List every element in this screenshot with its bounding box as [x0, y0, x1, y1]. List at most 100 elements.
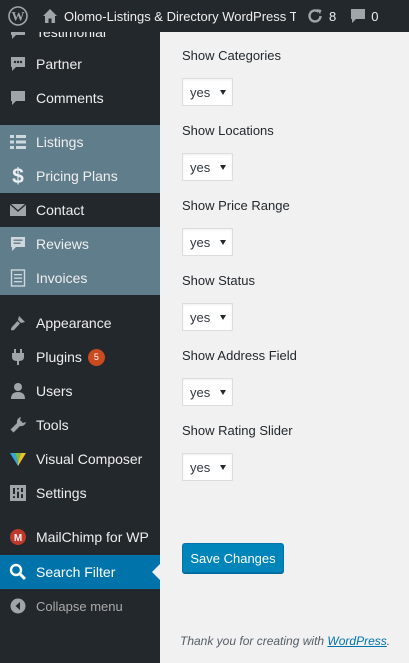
sidebar-item-invoices[interactable]: Invoices: [0, 261, 160, 295]
collapse-menu-label: Collapse menu: [36, 598, 123, 614]
svg-text:$: $: [12, 165, 24, 187]
current-menu-arrow: [152, 564, 160, 580]
sidebar-item-label: Contact: [36, 202, 85, 218]
save-changes-button[interactable]: Save Changes: [182, 543, 284, 573]
users-icon: [0, 374, 36, 408]
sidebar-item-listings[interactable]: Listings: [0, 125, 160, 159]
field-label: Show Locations: [182, 123, 274, 138]
svg-text:M: M: [14, 533, 22, 544]
sidebar-item-reviews[interactable]: Reviews: [0, 227, 160, 261]
sidebar-item-partner[interactable]: Partner: [0, 47, 160, 81]
chevron-down-icon: [220, 465, 226, 470]
field-label: Show Status: [182, 273, 255, 288]
sidebar-item-label: Partner: [36, 56, 82, 72]
field-show-rating-slider: Show Rating Slider yes: [182, 423, 293, 481]
paintbrush-icon: [0, 306, 36, 340]
chevron-down-icon: [220, 90, 226, 95]
site-name-label: Olomo-Listings & Directory WordPress The…: [64, 8, 296, 24]
chevron-down-icon: [220, 390, 226, 395]
sidebar-item-pricing-plans[interactable]: $ Pricing Plans: [0, 159, 160, 193]
admin-footer: Thank you for creating with WordPress.: [180, 634, 390, 648]
sidebar-item-appearance[interactable]: Appearance: [0, 306, 160, 340]
sidebar-item-comments[interactable]: Comments: [0, 81, 160, 115]
sidebar-item-label: MailChimp for WP: [36, 529, 149, 545]
sidebar-item-label: Search Filter: [36, 564, 116, 580]
field-show-price-range: Show Price Range yes: [182, 198, 290, 256]
sidebar-item-label: Invoices: [36, 270, 88, 286]
sidebar-item-visual-composer[interactable]: Visual Composer: [0, 442, 160, 476]
show-price-range-select[interactable]: yes: [182, 228, 233, 256]
field-label: Show Categories: [182, 48, 281, 63]
field-label: Show Rating Slider: [182, 423, 293, 438]
sidebar-item-label: Comments: [36, 90, 104, 106]
comments-link[interactable]: 0: [350, 0, 378, 32]
sidebar-item-users[interactable]: Users: [0, 374, 160, 408]
refresh-icon: [306, 7, 324, 25]
select-value: yes: [190, 84, 211, 100]
sidebar-item-label: Reviews: [36, 236, 89, 252]
show-rating-slider-select[interactable]: yes: [182, 453, 233, 481]
home-icon: [42, 8, 58, 24]
wordpress-logo-icon[interactable]: W: [0, 0, 36, 32]
sidebar-item-label: Settings: [36, 485, 87, 501]
comments-count: 0: [371, 8, 379, 24]
visual-composer-icon: [0, 442, 36, 476]
chevron-down-icon: [220, 315, 226, 320]
collapse-menu-button[interactable]: Collapse menu: [0, 589, 160, 623]
sidebar-item-contact[interactable]: Contact: [0, 193, 160, 227]
site-name-link[interactable]: Olomo-Listings & Directory WordPress The…: [36, 0, 296, 32]
collapse-arrow-icon: [0, 589, 36, 623]
field-label: Show Price Range: [182, 198, 290, 213]
sidebar-item-label: Testimonial: [36, 32, 107, 40]
footer-suffix: .: [386, 634, 391, 648]
plugin-update-badge: 5: [87, 348, 105, 366]
select-value: yes: [190, 309, 211, 325]
sidebar-item-plugins[interactable]: Plugins 5: [0, 340, 160, 374]
menu-separator: [0, 295, 160, 296]
comment-bubble-icon: [350, 8, 366, 24]
admin-bar: W Olomo-Listings & Directory WordPress T…: [0, 0, 409, 32]
select-value: yes: [190, 384, 211, 400]
select-value: yes: [190, 459, 211, 475]
updates-link[interactable]: 8: [306, 0, 336, 32]
wordpress-link[interactable]: WordPress: [327, 634, 386, 648]
listings-icon: [0, 125, 36, 159]
sidebar-item-label: Appearance: [36, 315, 112, 331]
mailchimp-icon: M: [0, 520, 36, 554]
wrench-icon: [0, 408, 36, 442]
select-value: yes: [190, 234, 211, 250]
sidebar-item-label: Plugins: [36, 349, 82, 365]
partner-icon: [0, 47, 36, 81]
admin-sidebar: Testimonial Partner Comments Listings $ …: [0, 32, 160, 663]
show-locations-select[interactable]: yes: [182, 153, 233, 181]
chevron-down-icon: [220, 165, 226, 170]
menu-separator: [0, 510, 160, 511]
invoices-icon: [0, 261, 36, 295]
sidebar-item-label: Users: [36, 383, 73, 399]
search-icon: [0, 555, 36, 589]
footer-text: Thank you for creating with: [180, 634, 328, 648]
field-show-status: Show Status yes: [182, 273, 255, 331]
svg-text:W: W: [12, 9, 25, 24]
settings-form: Show Categories yes Show Locations yes S…: [160, 32, 409, 663]
field-show-address-field: Show Address Field yes: [182, 348, 297, 406]
sidebar-item-settings[interactable]: Settings: [0, 476, 160, 510]
envelope-icon: [0, 193, 36, 227]
show-address-field-select[interactable]: yes: [182, 378, 233, 406]
sidebar-item-mailchimp[interactable]: M MailChimp for WP: [0, 520, 160, 554]
plugin-icon: [0, 340, 36, 374]
sidebar-item-label: Visual Composer: [36, 451, 143, 467]
dollar-icon: $: [0, 159, 36, 193]
comments-icon: [0, 81, 36, 115]
sidebar-item-label: Pricing Plans: [36, 168, 118, 184]
select-value: yes: [190, 159, 211, 175]
sidebar-item-search-filter[interactable]: Search Filter: [0, 555, 160, 589]
updates-count: 8: [329, 8, 337, 24]
show-categories-select[interactable]: yes: [182, 78, 233, 106]
chevron-down-icon: [220, 240, 226, 245]
sidebar-item-label: Tools: [36, 417, 69, 433]
settings-icon: [0, 476, 36, 510]
sidebar-item-tools[interactable]: Tools: [0, 408, 160, 442]
show-status-select[interactable]: yes: [182, 303, 233, 331]
field-show-locations: Show Locations yes: [182, 123, 274, 181]
